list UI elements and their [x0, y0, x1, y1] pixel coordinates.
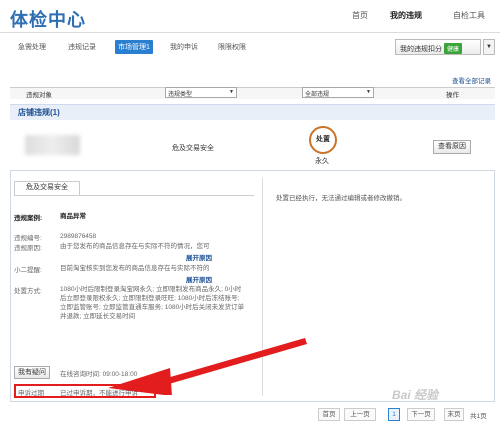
tip-label: 小二提醒: [14, 267, 42, 274]
nav-self-check-tools[interactable]: 自检工具 [453, 10, 485, 21]
detail-tab[interactable]: 危及交易安全 [14, 181, 80, 195]
select-arrow-icon: ▼ [229, 89, 234, 95]
reason-value: 由于您发布的商品信息存在与实际不符的情况，您可 [60, 243, 210, 250]
tab-market[interactable]: 市场管理1 [115, 40, 153, 54]
id-label: 违规编号: [14, 235, 42, 242]
page-first[interactable]: 首页 [318, 408, 340, 421]
score-label: 我的违规扣分 [400, 46, 442, 53]
app-logo: 体检中心 [10, 10, 86, 30]
tab-appeals[interactable]: 我的申诉 [170, 42, 198, 52]
product-thumbnail [25, 135, 80, 155]
store-section-title: 店铺违规(1) [18, 108, 60, 117]
method-value: 1080小时后限制登录淘宝网永久; 立即限制发布商品永久; 0小时后立即登录限权… [60, 286, 245, 320]
table-header [10, 87, 495, 99]
page-total: 共1页 [470, 413, 487, 420]
method-label: 处置方式: [14, 288, 42, 295]
nav-my-violations[interactable]: 我的违规 [390, 10, 422, 21]
expand-tip-link[interactable]: 展开原因 [186, 274, 212, 284]
id-value: 2989876458 [60, 233, 97, 240]
record-duration: 永久 [315, 158, 329, 165]
question-button[interactable]: 我有疑问 [14, 366, 50, 379]
execution-note: 处置已经执行，无法通过编辑或者修改撤销。 [276, 195, 406, 202]
col-object: 违规对象 [26, 92, 52, 99]
tab-records[interactable]: 违规记录 [68, 42, 96, 52]
tab-urgent[interactable]: 急需处理 [18, 42, 46, 52]
tab-limits[interactable]: 限限权限 [218, 42, 246, 52]
page-next[interactable]: 下一页 [407, 408, 435, 421]
all-violations-select[interactable]: 全部违规 ▼ [302, 87, 374, 98]
status-circle: 处置 [309, 126, 337, 154]
col-action: 操作 [446, 92, 459, 99]
tip-value: 目前淘宝核实到您发布的商品信息存在与实际不符的 [60, 265, 210, 272]
case-value: 商品异常 [60, 213, 86, 220]
view-all-link[interactable]: 查看全部记录 [452, 75, 491, 85]
view-reason-button[interactable]: 查看原因 [433, 140, 471, 154]
case-label: 违规案例: [14, 215, 43, 222]
select-arrow-icon: ▼ [366, 89, 371, 95]
annotation-arrow [108, 338, 307, 395]
reason-label: 违规原因: [14, 245, 42, 252]
score-button[interactable]: 我的违规扣分 健康 [395, 39, 481, 55]
expand-reason-link[interactable]: 展开原因 [186, 252, 212, 262]
nav-home[interactable]: 首页 [352, 10, 368, 21]
watermark: Bai 经验 [392, 388, 439, 402]
header-divider [0, 32, 500, 33]
store-section-bar [10, 104, 495, 120]
violation-type-select[interactable]: 违规类型 ▼ [165, 87, 237, 98]
page-prev[interactable]: 上一页 [344, 408, 376, 421]
detail-tab-line [14, 195, 254, 196]
page-current[interactable]: 1 [388, 408, 400, 421]
health-badge: 健康 [444, 43, 463, 54]
record-category: 危及交易安全 [172, 145, 214, 152]
chevron-down-icon[interactable]: ▼ [483, 39, 495, 55]
page-last[interactable]: 末页 [444, 408, 464, 421]
